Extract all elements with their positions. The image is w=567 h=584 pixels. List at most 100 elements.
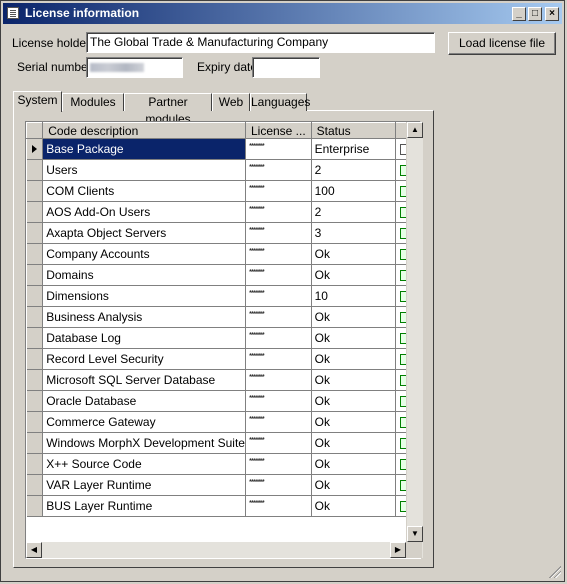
tab-modules[interactable]: Modules <box>62 93 124 111</box>
code-description-cell[interactable]: BUS Layer Runtime <box>42 495 246 517</box>
load-license-file-button[interactable]: Load license file <box>448 32 556 55</box>
table-row[interactable]: X++ Source Code ******* Ok <box>26 453 420 475</box>
license-code-cell[interactable]: ******* <box>245 432 312 454</box>
row-selector[interactable] <box>26 285 44 307</box>
close-button[interactable]: × <box>545 7 559 21</box>
code-description-cell[interactable]: Microsoft SQL Server Database <box>42 369 246 391</box>
row-selector[interactable] <box>26 411 44 433</box>
status-cell[interactable]: Ok <box>311 264 396 286</box>
status-cell[interactable]: Ok <box>311 474 396 496</box>
title-bar[interactable]: License information _ □ × <box>3 3 562 24</box>
code-description-cell[interactable]: X++ Source Code <box>42 453 246 475</box>
code-description-cell[interactable]: Dimensions <box>42 285 246 307</box>
status-cell[interactable]: 2 <box>311 159 396 181</box>
license-holder-field[interactable]: The Global Trade & Manufacturing Company <box>86 32 435 53</box>
status-cell[interactable]: Ok <box>311 243 396 265</box>
table-row[interactable]: Domains ******* Ok <box>26 264 420 286</box>
row-selector[interactable] <box>26 201 44 223</box>
column-header-code-description[interactable]: Code description <box>42 122 246 139</box>
code-description-cell[interactable]: VAR Layer Runtime <box>42 474 246 496</box>
tab-languages[interactable]: Languages <box>250 93 310 111</box>
horizontal-scrollbar[interactable]: ◀ ▶ <box>26 542 406 558</box>
column-header-status[interactable]: Status <box>310 122 396 139</box>
row-selector[interactable] <box>26 159 44 181</box>
tab-system[interactable]: System <box>13 91 62 112</box>
row-selector[interactable] <box>26 390 44 412</box>
table-row[interactable]: Database Log ******* Ok <box>26 327 420 349</box>
license-code-cell[interactable]: ******* <box>245 306 312 328</box>
code-description-cell[interactable]: Windows MorphX Development Suite <box>42 432 246 454</box>
row-selector[interactable] <box>26 348 44 370</box>
table-row[interactable]: VAR Layer Runtime ******* Ok <box>26 474 420 496</box>
license-code-cell[interactable]: ******* <box>245 474 312 496</box>
license-code-cell[interactable]: ******* <box>245 348 312 370</box>
table-row[interactable]: Axapta Object Servers ******* 3 <box>26 222 420 244</box>
vertical-scrollbar[interactable]: ▲ ▼ <box>406 122 423 558</box>
expiry-date-field[interactable] <box>252 57 320 78</box>
license-code-cell[interactable]: ******* <box>245 411 312 433</box>
scroll-up-button[interactable]: ▲ <box>407 122 423 138</box>
status-cell[interactable]: Ok <box>311 369 396 391</box>
resize-grip[interactable] <box>549 566 561 578</box>
code-description-cell[interactable]: COM Clients <box>42 180 246 202</box>
license-code-cell[interactable]: ******* <box>245 222 312 244</box>
code-description-cell[interactable]: Company Accounts <box>42 243 246 265</box>
tab-partner-modules[interactable]: Partner modules <box>124 93 212 126</box>
table-row[interactable]: Oracle Database ******* Ok <box>26 390 420 412</box>
scroll-right-button[interactable]: ▶ <box>390 542 406 558</box>
license-code-cell[interactable]: ******* <box>245 264 312 286</box>
status-cell[interactable]: Ok <box>311 327 396 349</box>
status-cell[interactable]: Ok <box>311 306 396 328</box>
row-selector[interactable] <box>26 327 44 349</box>
license-code-cell[interactable]: ******* <box>245 327 312 349</box>
row-selector[interactable] <box>26 495 44 517</box>
license-code-cell[interactable]: ******* <box>245 243 312 265</box>
row-selector[interactable] <box>26 369 44 391</box>
status-cell[interactable]: Ok <box>311 348 396 370</box>
table-row[interactable]: Microsoft SQL Server Database ******* Ok <box>26 369 420 391</box>
table-row[interactable]: Dimensions ******* 10 <box>26 285 420 307</box>
row-selector[interactable] <box>26 138 44 160</box>
license-code-cell[interactable]: ******* <box>245 285 312 307</box>
row-selector[interactable] <box>26 180 44 202</box>
status-cell[interactable]: Ok <box>311 411 396 433</box>
status-cell[interactable]: Ok <box>311 453 396 475</box>
status-cell[interactable]: 2 <box>311 201 396 223</box>
table-row[interactable]: Windows MorphX Development Suite ******* O… <box>26 432 420 454</box>
table-row[interactable]: Base Package ******* Enterprise <box>26 138 420 160</box>
column-header-license[interactable]: License ... <box>244 122 312 139</box>
code-description-cell[interactable]: Record Level Security <box>42 348 246 370</box>
tab-web[interactable]: Web <box>212 93 250 111</box>
row-selector[interactable] <box>26 264 44 286</box>
code-description-cell[interactable]: Domains <box>42 264 246 286</box>
license-code-cell[interactable]: ******* <box>245 180 312 202</box>
minimize-button[interactable]: _ <box>512 7 526 21</box>
code-description-cell[interactable]: AOS Add-On Users <box>42 201 246 223</box>
row-selector[interactable] <box>26 222 44 244</box>
license-code-cell[interactable]: ******* <box>245 453 312 475</box>
table-row[interactable]: Record Level Security ******* Ok <box>26 348 420 370</box>
code-description-cell[interactable]: Base Package <box>42 138 246 160</box>
status-cell[interactable]: Ok <box>311 390 396 412</box>
table-row[interactable]: BUS Layer Runtime ******* Ok <box>26 495 420 517</box>
maximize-button[interactable]: □ <box>528 7 542 21</box>
scroll-down-button[interactable]: ▼ <box>407 526 423 542</box>
row-selector[interactable] <box>26 243 44 265</box>
status-cell[interactable]: Ok <box>311 495 396 517</box>
status-cell[interactable]: 3 <box>311 222 396 244</box>
license-code-cell[interactable]: ******* <box>245 138 312 160</box>
code-description-cell[interactable]: Oracle Database <box>42 390 246 412</box>
table-row[interactable]: Commerce Gateway ******* Ok <box>26 411 420 433</box>
table-row[interactable]: Users ******* 2 <box>26 159 420 181</box>
table-row[interactable]: Company Accounts ******* Ok <box>26 243 420 265</box>
row-selector[interactable] <box>26 474 44 496</box>
code-description-cell[interactable]: Users <box>42 159 246 181</box>
status-cell[interactable]: Ok <box>311 432 396 454</box>
code-description-cell[interactable]: Commerce Gateway <box>42 411 246 433</box>
table-row[interactable]: AOS Add-On Users ******* 2 <box>26 201 420 223</box>
code-description-cell[interactable]: Database Log <box>42 327 246 349</box>
row-selector[interactable] <box>26 453 44 475</box>
row-selector[interactable] <box>26 432 44 454</box>
scroll-left-button[interactable]: ◀ <box>26 542 42 558</box>
license-code-cell[interactable]: ******* <box>245 159 312 181</box>
